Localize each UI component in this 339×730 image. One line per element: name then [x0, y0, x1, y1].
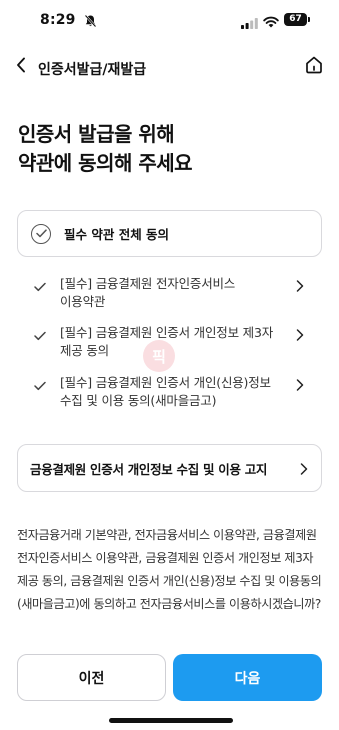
prev-button[interactable]: 이전	[17, 654, 166, 701]
watermark-logo: 픽	[143, 340, 175, 372]
page-title-line-2: 약관에 동의해 주세요	[18, 151, 193, 175]
status-bar: 8:29 67	[0, 0, 339, 42]
wifi-icon	[263, 13, 279, 32]
term-item-1[interactable]: [필수] 금융결제원 전자인증서비스 이용약관	[30, 275, 320, 315]
back-button[interactable]	[10, 56, 32, 78]
nav-title: 인증서발급/재발급	[38, 62, 147, 78]
chevron-left-icon	[16, 57, 26, 77]
circle-check-icon	[31, 223, 51, 244]
chevron-right-icon	[296, 326, 304, 345]
term-label: [필수] 금융결제원 인증서 개인(신용)정보 수집 및 이용 동의(새마을금고…	[60, 375, 271, 408]
status-time: 8:29	[40, 12, 76, 28]
battery-tip	[308, 17, 310, 22]
agree-all-label: 필수 약관 전체 동의	[64, 227, 170, 242]
chevron-right-icon	[300, 460, 308, 479]
check-icon	[34, 326, 46, 345]
agree-all-checkbox[interactable]: 필수 약관 전체 동의	[17, 210, 322, 257]
chevron-right-icon	[296, 376, 304, 395]
term-item-2[interactable]: [필수] 금융결제원 인증서 개인정보 제3자 제공 동의	[30, 324, 320, 364]
battery-icon: 67	[284, 13, 307, 26]
signal-icon	[241, 14, 258, 33]
privacy-notice-link[interactable]: 금융결제원 인증서 개인정보 수집 및 이용 고지	[17, 444, 322, 492]
home-button[interactable]	[302, 56, 326, 78]
term-label: [필수] 금융결제원 전자인증서비스 이용약관	[60, 276, 236, 309]
check-icon	[34, 376, 46, 395]
home-icon	[304, 55, 324, 79]
nav-bar: 인증서발급/재발급	[0, 50, 339, 84]
bell-muted-icon	[84, 13, 97, 32]
privacy-notice-label: 금융결제원 인증서 개인정보 수집 및 이용 고지	[30, 461, 268, 477]
home-indicator	[109, 718, 233, 723]
page-title-line-1: 인증서 발급을 위해	[18, 122, 175, 146]
chevron-right-icon	[296, 277, 304, 296]
term-item-3[interactable]: [필수] 금융결제원 인증서 개인(신용)정보 수집 및 이용 동의(새마을금고…	[30, 374, 320, 414]
term-label: [필수] 금융결제원 인증서 개인정보 제3자 제공 동의	[60, 325, 274, 358]
check-icon	[34, 277, 46, 296]
consent-summary-text: 전자금융거래 기본약관, 전자금융서비스 이용약관, 금융결제원 전자인증서비스…	[17, 528, 322, 611]
next-button[interactable]: 다음	[173, 654, 322, 701]
